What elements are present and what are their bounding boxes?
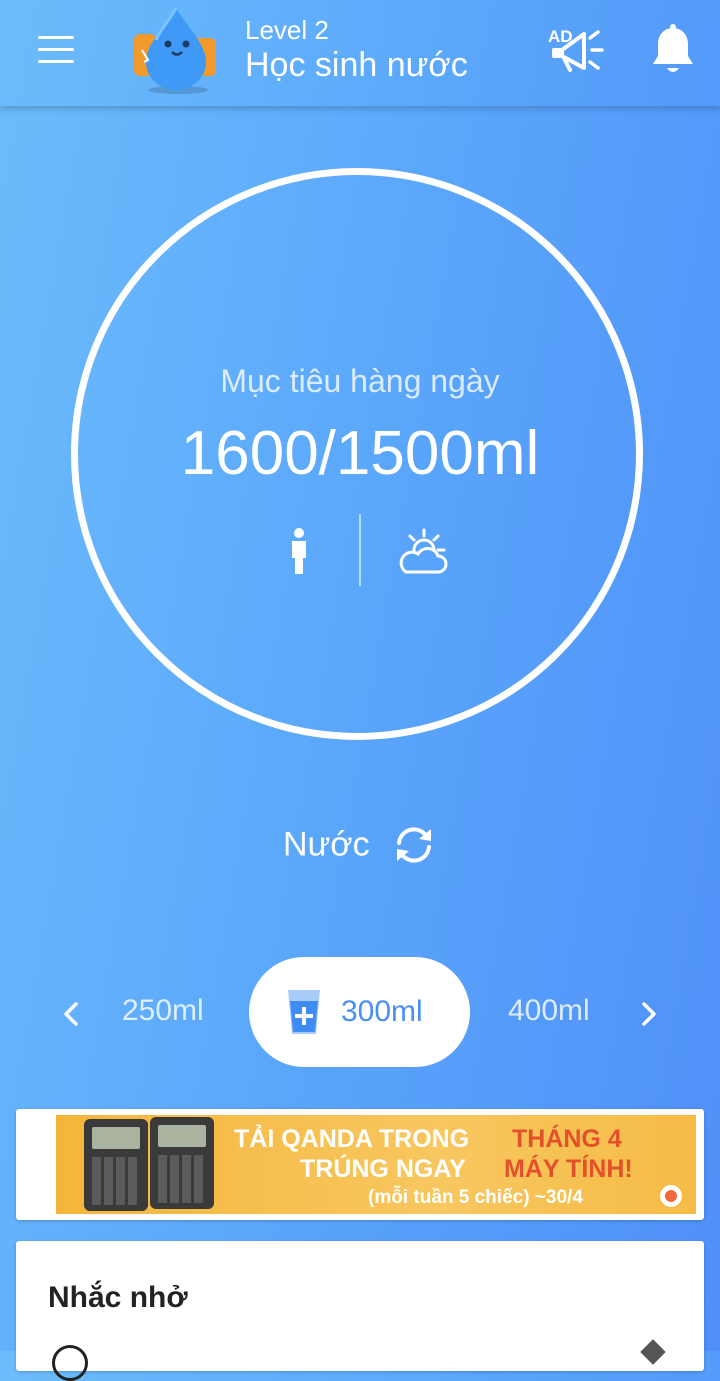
drink-type-selector[interactable]: Nước (0, 824, 720, 865)
bell-icon[interactable] (650, 24, 696, 76)
cup-add-icon (288, 990, 320, 1034)
banner-line2-highlight: MÁY TÍNH! (504, 1155, 633, 1183)
reminder-title: Nhắc nhở (48, 1281, 188, 1314)
daily-goal-value: 1600/1500ml (180, 419, 540, 488)
daily-goal-label: Mục tiêu hàng ngày (220, 363, 500, 399)
banner-line1: TẢI QANDA TRONG (234, 1125, 470, 1153)
clock-icon (52, 1345, 88, 1381)
edit-icon[interactable] (640, 1339, 666, 1365)
ad-banner-card[interactable]: TẢI QANDA TRONG THÁNG 4 TRÚNG NGAY MÁY T… (16, 1109, 704, 1220)
qanda-logo-icon (660, 1185, 682, 1207)
ad-megaphone-icon[interactable]: AD (544, 22, 604, 76)
drink-type-label: Nước (282, 825, 370, 864)
weather-icon[interactable] (394, 528, 450, 576)
menu-button[interactable] (30, 30, 82, 70)
chevron-right-icon[interactable] (634, 996, 664, 1032)
calculator-image (84, 1119, 148, 1211)
reminder-card: Nhắc nhở (16, 1241, 704, 1381)
add-drink-button[interactable]: 300ml (249, 957, 470, 1067)
rank-title: Học sinh nước (245, 46, 468, 84)
banner-line1-highlight: THÁNG 4 (512, 1125, 622, 1153)
amount-selected: 300ml (341, 995, 423, 1028)
icon-divider (359, 514, 361, 586)
top-app-bar: Level 2 Học sinh nước AD (0, 0, 720, 106)
refresh-icon[interactable] (391, 825, 437, 865)
amount-option-next[interactable]: 400ml (508, 994, 590, 1028)
level-label: Level 2 (245, 15, 329, 45)
amount-option-prev[interactable]: 250ml (122, 994, 204, 1028)
calculator-image (150, 1117, 214, 1209)
menu-icon (38, 36, 74, 39)
ad-banner[interactable]: TẢI QANDA TRONG THÁNG 4 TRÚNG NGAY MÁY T… (56, 1115, 696, 1214)
chevron-left-icon[interactable] (56, 996, 86, 1032)
banner-line2: TRÚNG NGAY (300, 1155, 466, 1183)
banner-line3: (mỗi tuần 5 chiếc) ~30/4 (368, 1187, 583, 1208)
mascot-icon (134, 7, 216, 94)
person-icon[interactable] (284, 528, 314, 576)
